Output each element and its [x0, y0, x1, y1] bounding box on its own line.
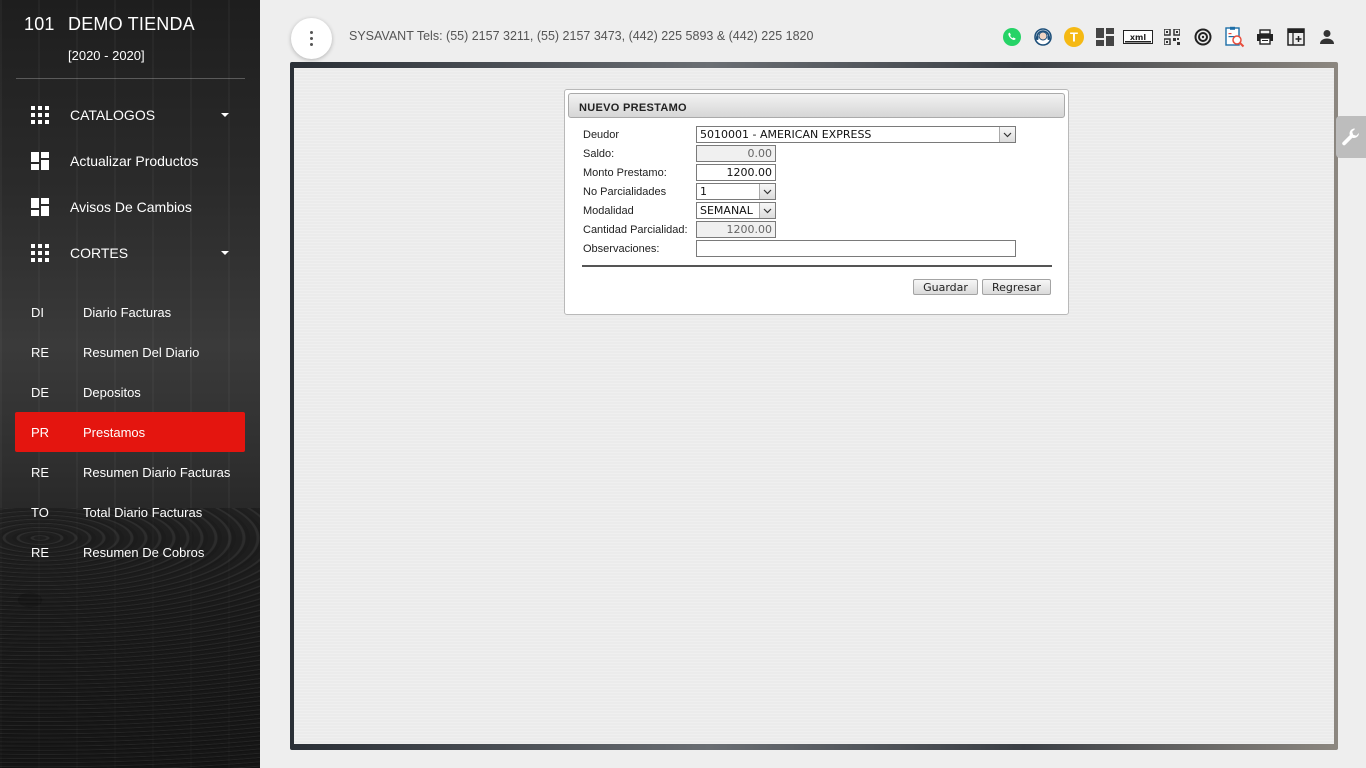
- chevron-down-icon: [759, 203, 775, 218]
- regresar-button[interactable]: Regresar: [982, 279, 1051, 295]
- panel-title: NUEVO PRESTAMO: [568, 93, 1065, 118]
- submenu-abbr: TO: [31, 504, 49, 520]
- settings-wrench-tab[interactable]: [1336, 116, 1366, 158]
- saldo-value: 0.00: [747, 147, 773, 160]
- whatsapp-icon[interactable]: [996, 24, 1027, 50]
- submenu-item-depositos[interactable]: DE Depositos: [15, 372, 245, 412]
- deudor-value: 5010001 - AMERICAN EXPRESS: [700, 128, 872, 141]
- saldo-field: 0.00: [696, 145, 776, 162]
- store-number: 101: [24, 14, 55, 34]
- submenu-item-prestamos[interactable]: PR Prestamos: [15, 412, 245, 452]
- modalidad-select[interactable]: SEMANAL: [696, 202, 776, 219]
- submenu-item-total-diario-facturas[interactable]: TO Total Diario Facturas: [15, 492, 245, 532]
- add-table-icon[interactable]: [1280, 24, 1311, 50]
- contact-info: SYSAVANT Tels: (55) 2157 3211, (55) 2157…: [349, 29, 814, 43]
- submenu-label: Depositos: [83, 384, 141, 400]
- user-icon[interactable]: [1311, 24, 1342, 50]
- no-parcialidades-value: 1: [700, 185, 707, 198]
- submenu-item-resumen-de-cobros[interactable]: RE Resumen De Cobros: [15, 532, 245, 572]
- more-options-button[interactable]: [291, 18, 332, 59]
- monto-prestamo-label: Monto Prestamo:: [583, 166, 667, 179]
- t-badge-icon[interactable]: T: [1058, 24, 1089, 50]
- submenu-label: Resumen Del Diario: [83, 344, 200, 360]
- menu-item-label: Actualizar Productos: [70, 153, 199, 169]
- kebab-dot: [310, 37, 313, 40]
- menu-item-label: CORTES: [70, 245, 129, 261]
- cantidad-parcialidad-value: 1200.00: [726, 223, 773, 236]
- saldo-label: Saldo:: [583, 147, 615, 160]
- menu-item-actualizar-productos[interactable]: Actualizar Productos: [0, 143, 260, 179]
- menu-item-cortes[interactable]: CORTES: [0, 235, 260, 271]
- observaciones-input[interactable]: [696, 240, 1016, 257]
- sidebar: 101 DEMO TIENDA [2020 - 2020] CATALOGOS A…: [0, 0, 260, 768]
- form-divider: [582, 265, 1052, 267]
- observaciones-label: Observaciones:: [583, 242, 660, 255]
- cantidad-parcialidad-label: Cantidad Parcialidad:: [583, 223, 688, 236]
- modalidad-label: Modalidad: [583, 204, 634, 217]
- dashboard-icon: [31, 198, 49, 216]
- submenu-item-resumen-diario-facturas[interactable]: RE Resumen Diario Facturas: [15, 452, 245, 492]
- deudor-select[interactable]: 5010001 - AMERICAN EXPRESS: [696, 126, 1016, 143]
- submenu-item-resumen-del-diario[interactable]: RE Resumen Del Diario: [15, 332, 245, 372]
- menu-item-catalogos[interactable]: CATALOGOS: [0, 97, 260, 133]
- no-parcialidades-label: No Parcialidades: [583, 185, 667, 198]
- kebab-dot: [310, 31, 313, 34]
- t-badge-letter: T: [1070, 30, 1078, 45]
- chevron-down-icon: [759, 184, 775, 199]
- store-name: DEMO TIENDA: [68, 14, 195, 34]
- guardar-button[interactable]: Guardar: [913, 279, 978, 295]
- toolbar-icons: T xml: [996, 24, 1342, 50]
- chevron-down-icon: [999, 127, 1015, 142]
- submenu-label: Diario Facturas: [83, 304, 172, 320]
- monto-prestamo-value: 1200.00: [726, 166, 773, 179]
- caret-down-icon: [221, 251, 229, 255]
- sidebar-divider: [16, 78, 245, 79]
- no-parcialidades-select[interactable]: 1: [696, 183, 776, 200]
- wrench-icon: [1342, 128, 1359, 146]
- deudor-label: Deudor: [583, 128, 620, 141]
- caret-down-icon: [221, 113, 229, 117]
- apps-icon: [31, 244, 49, 262]
- nuevo-prestamo-panel: NUEVO PRESTAMO Deudor 5010001 - AMERICAN…: [564, 89, 1069, 315]
- settings-icon[interactable]: [1187, 24, 1218, 50]
- print-icon[interactable]: [1249, 24, 1280, 50]
- submenu-abbr: DI: [31, 304, 44, 320]
- submenu-abbr: RE: [31, 344, 50, 360]
- kebab-dot: [310, 43, 313, 46]
- report-search-icon[interactable]: [1218, 24, 1249, 50]
- xml-label: xml: [1130, 33, 1146, 42]
- cantidad-parcialidad-field: 1200.00: [696, 221, 776, 238]
- submenu-label: Resumen De Cobros: [83, 544, 205, 560]
- dashboard-icon[interactable]: [1089, 24, 1120, 50]
- xml-icon[interactable]: xml: [1120, 24, 1156, 50]
- menu-item-avisos-de-cambios[interactable]: Avisos De Cambios: [0, 189, 260, 225]
- menu-item-label: CATALOGOS: [70, 107, 156, 123]
- apps-icon: [31, 106, 49, 124]
- submenu-label: Resumen Diario Facturas: [83, 464, 231, 480]
- monto-prestamo-input[interactable]: 1200.00: [696, 164, 776, 181]
- submenu-abbr: DE: [31, 384, 50, 400]
- fiscal-period: [2020 - 2020]: [68, 48, 145, 63]
- qr-code-icon[interactable]: [1156, 24, 1187, 50]
- submenu-label: Prestamos: [83, 424, 146, 440]
- submenu-label: Total Diario Facturas: [83, 504, 203, 520]
- dashboard-icon: [31, 152, 49, 170]
- store-title: 101 DEMO TIENDA: [24, 14, 195, 35]
- menu-item-label: Avisos De Cambios: [70, 199, 192, 215]
- submenu-abbr: PR: [31, 424, 50, 440]
- top-bar: SYSAVANT Tels: (55) 2157 3211, (55) 2157…: [260, 0, 1366, 70]
- submenu-abbr: RE: [31, 544, 50, 560]
- submenu-item-diario-facturas[interactable]: DI Diario Facturas: [15, 292, 245, 332]
- modalidad-value: SEMANAL: [700, 204, 753, 217]
- support-agent-icon[interactable]: [1027, 24, 1058, 50]
- submenu-abbr: RE: [31, 464, 50, 480]
